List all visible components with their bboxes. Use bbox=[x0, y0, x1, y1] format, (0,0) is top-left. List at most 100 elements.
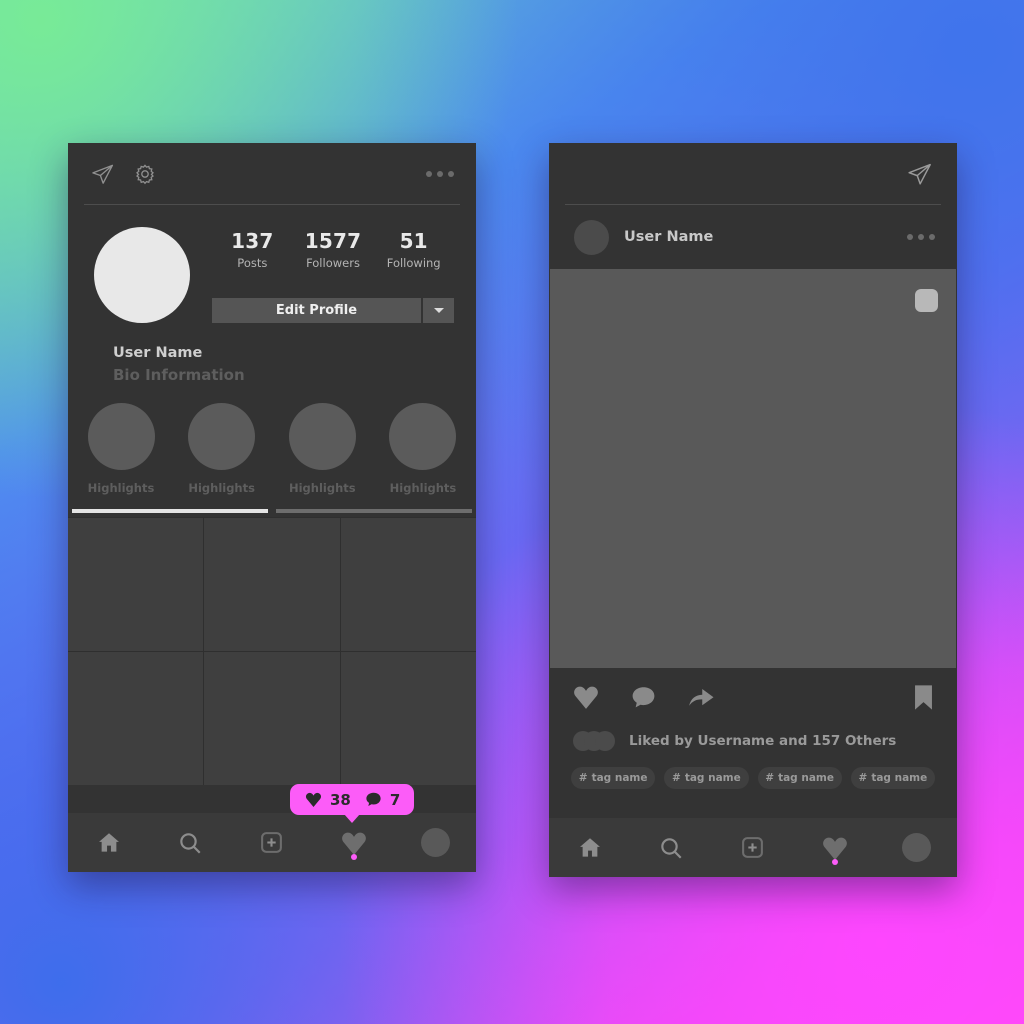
highlight-cover bbox=[286, 400, 358, 472]
share-button[interactable] bbox=[686, 682, 716, 716]
feed-header bbox=[549, 143, 957, 205]
stat-following[interactable]: 51 Following bbox=[373, 229, 454, 270]
home-icon bbox=[98, 832, 119, 852]
highlight-item[interactable]: Highlights bbox=[386, 400, 460, 495]
tag-pill[interactable]: # tag name bbox=[664, 767, 749, 789]
engagement-badge[interactable]: 38 7 bbox=[290, 784, 415, 815]
highlight-label: Highlights bbox=[288, 481, 356, 495]
grid-cell[interactable] bbox=[68, 518, 204, 651]
nav-activity[interactable] bbox=[794, 818, 876, 877]
grid-cell[interactable] bbox=[340, 518, 476, 651]
tag-pill[interactable]: # tag name bbox=[757, 767, 842, 789]
nav-home[interactable] bbox=[549, 818, 631, 877]
grid-cell[interactable] bbox=[340, 652, 476, 785]
stat-value: 1577 bbox=[304, 229, 362, 253]
profile-avatar[interactable] bbox=[90, 223, 194, 327]
nav-profile[interactable] bbox=[394, 813, 476, 872]
nav-search[interactable] bbox=[631, 818, 713, 877]
nav-create[interactable] bbox=[712, 818, 794, 877]
avatar bbox=[593, 729, 617, 753]
gear-icon[interactable] bbox=[133, 162, 157, 186]
tag-pill[interactable]: # tag name bbox=[850, 767, 935, 789]
stat-label: Posts bbox=[237, 256, 268, 270]
stat-posts[interactable]: 137 Posts bbox=[212, 229, 293, 270]
post-image[interactable] bbox=[550, 269, 956, 668]
chevron-down-icon bbox=[433, 308, 444, 313]
heart-icon bbox=[574, 686, 598, 709]
highlight-cover bbox=[186, 400, 258, 472]
highlight-label: Highlights bbox=[87, 481, 155, 495]
tag-list: # tag name # tag name # tag name # tag n… bbox=[549, 753, 957, 789]
tab-grid[interactable] bbox=[72, 509, 268, 513]
hash-icon: # bbox=[765, 772, 775, 784]
grid-cell[interactable] bbox=[204, 518, 340, 651]
tag-label: tag name bbox=[871, 772, 928, 784]
highlight-item[interactable]: Highlights bbox=[285, 400, 359, 495]
comment-button[interactable] bbox=[629, 683, 658, 716]
highlights-row: Highlights Highlights Highlights Highlig… bbox=[68, 384, 476, 495]
nav-search[interactable] bbox=[150, 813, 232, 872]
edit-profile-button[interactable]: Edit Profile bbox=[212, 298, 421, 323]
grid-cell[interactable] bbox=[68, 652, 204, 785]
profile-header bbox=[68, 143, 476, 205]
hash-icon: # bbox=[858, 772, 868, 784]
avatar-icon bbox=[418, 826, 452, 860]
header-divider bbox=[565, 204, 941, 205]
activity-indicator-dot bbox=[350, 854, 357, 860]
profile-username: User Name bbox=[113, 345, 203, 361]
avatar-icon bbox=[899, 831, 933, 865]
profile-screen: 137 Posts 1577 Followers 51 Following Ed… bbox=[68, 143, 476, 872]
hash-icon: # bbox=[672, 772, 681, 784]
plus-square-icon bbox=[742, 837, 764, 858]
more-horizontal-icon[interactable] bbox=[426, 171, 454, 177]
like-button[interactable] bbox=[571, 682, 601, 716]
bottom-navbar bbox=[549, 818, 957, 877]
liked-by-text[interactable]: Liked by Username and 157 Others bbox=[629, 733, 896, 749]
save-button[interactable] bbox=[912, 683, 935, 716]
like-count: 38 bbox=[330, 790, 351, 809]
comment-icon bbox=[366, 792, 381, 806]
tag-pill[interactable]: # tag name bbox=[571, 767, 656, 789]
highlight-item[interactable]: Highlights bbox=[84, 400, 158, 495]
home-icon bbox=[579, 837, 600, 857]
more-horizontal-icon[interactable] bbox=[907, 234, 935, 240]
nav-home[interactable] bbox=[68, 813, 150, 872]
stat-followers[interactable]: 1577 Followers bbox=[293, 229, 374, 270]
highlight-label: Highlights bbox=[389, 481, 457, 495]
heart-icon bbox=[341, 832, 366, 855]
stat-value: 51 bbox=[399, 229, 428, 253]
grid-cell[interactable] bbox=[204, 652, 340, 785]
post-author-avatar[interactable] bbox=[571, 217, 611, 257]
search-icon bbox=[661, 837, 682, 859]
carousel-icon bbox=[915, 289, 938, 312]
profile-identity: User Name Bio Information bbox=[68, 327, 476, 384]
mockup-stage: 137 Posts 1577 Followers 51 Following Ed… bbox=[0, 0, 1024, 1024]
highlight-label: Highlights bbox=[188, 481, 255, 495]
heart-icon bbox=[822, 837, 847, 860]
nav-profile[interactable] bbox=[875, 818, 957, 877]
nav-create[interactable] bbox=[231, 813, 313, 872]
heart-icon bbox=[305, 792, 322, 808]
share-arrow-icon bbox=[689, 689, 714, 706]
comment-count: 7 bbox=[389, 790, 401, 809]
profile-summary: 137 Posts 1577 Followers 51 Following Ed… bbox=[68, 205, 476, 327]
liked-by-row: Liked by Username and 157 Others bbox=[549, 716, 957, 753]
plus-square-icon bbox=[261, 832, 283, 853]
stat-label: Following bbox=[386, 256, 441, 270]
post-author-username: User Name bbox=[624, 229, 714, 245]
edit-profile-dropdown[interactable] bbox=[423, 298, 454, 323]
tag-label: tag name bbox=[778, 772, 834, 784]
comment-icon bbox=[632, 686, 655, 707]
paper-plane-icon[interactable] bbox=[906, 161, 933, 188]
tab-tagged[interactable] bbox=[276, 509, 472, 513]
hash-icon: # bbox=[578, 772, 588, 784]
liker-avatars bbox=[571, 729, 617, 753]
post-author-row: User Name bbox=[549, 205, 957, 269]
tag-label: tag name bbox=[591, 772, 648, 784]
bookmark-icon bbox=[915, 684, 932, 710]
highlight-item[interactable]: Highlights bbox=[185, 400, 259, 495]
profile-stats: 137 Posts 1577 Followers 51 Following bbox=[212, 229, 454, 270]
paper-plane-icon[interactable] bbox=[90, 162, 115, 187]
profile-bio: Bio Information bbox=[113, 366, 245, 384]
post-grid bbox=[68, 517, 476, 785]
